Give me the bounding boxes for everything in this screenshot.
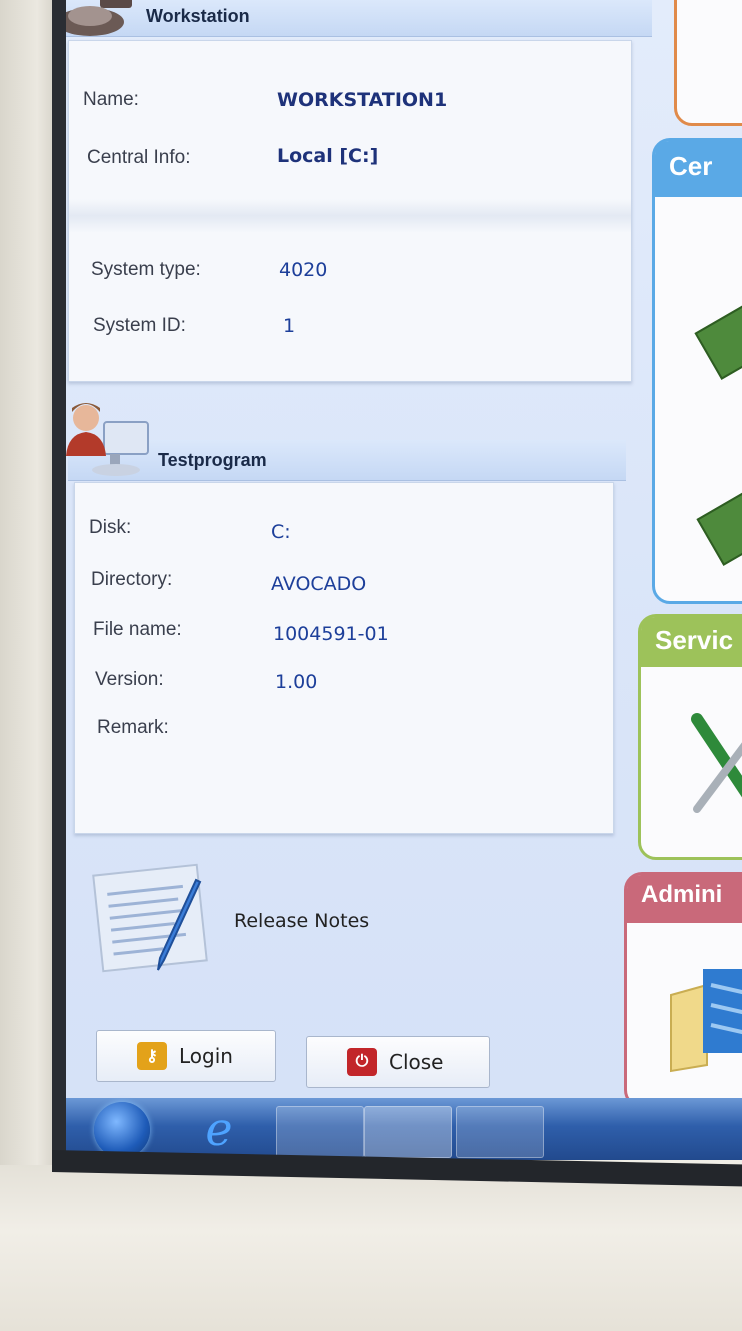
directory-label: Directory: (91, 569, 173, 590)
tools-icon (691, 713, 742, 813)
close-button[interactable]: ⏻ Close (306, 1036, 490, 1088)
workstation-title: Workstation (146, 6, 250, 26)
workstation-panel: Name: WORKSTATION1 Central Info: Local [… (68, 40, 632, 382)
version-label: Version: (95, 669, 164, 690)
monitor-bezel-bottom (0, 1165, 742, 1331)
system-type-label: System type: (91, 259, 201, 280)
central-tile-title: Cer (669, 151, 713, 181)
central-info-value: Local [C:] (277, 145, 379, 167)
circuit-board-icon (696, 482, 742, 566)
taskbar: e (62, 1098, 742, 1160)
screen: Workstation Name: WORKSTATION1 Central I… (62, 0, 742, 1160)
disk-value: C: (271, 521, 291, 543)
workstation-header: Workstation (62, 0, 652, 37)
testprogram-title: Testprogram (158, 450, 267, 470)
release-notes-icon (90, 852, 220, 981)
directory-value: AVOCADO (271, 573, 367, 595)
central-tile[interactable]: Cer (652, 138, 742, 604)
central-info-label: Central Info: (87, 147, 191, 168)
monitor-bezel-inner-edge (52, 0, 66, 1175)
taskbar-image-app[interactable] (456, 1106, 544, 1158)
internet-explorer-icon[interactable]: e (194, 1102, 244, 1156)
start-orb[interactable] (94, 1102, 150, 1158)
service-tile[interactable]: Servic (638, 614, 742, 860)
admin-tile[interactable]: Admini (624, 872, 742, 1108)
file-name-label: File name: (93, 619, 182, 640)
login-label: Login (179, 1044, 233, 1068)
close-label: Close (389, 1050, 444, 1074)
taskbar-document-app[interactable] (364, 1106, 452, 1158)
user-computer-icon (66, 398, 152, 483)
circuit-board-icon (694, 296, 742, 380)
power-icon: ⏻ (347, 1048, 377, 1076)
taskbar-printer-app[interactable] (276, 1106, 364, 1158)
release-notes-link[interactable]: Release Notes (90, 852, 470, 982)
release-notes-label: Release Notes (234, 910, 370, 932)
system-id-label: System ID: (93, 315, 186, 336)
testprogram-panel: Disk: C: Directory: AVOCADO File name: 1… (74, 482, 614, 834)
key-icon: ⚷ (137, 1042, 167, 1070)
folder-icon (670, 969, 742, 1073)
disk-label: Disk: (89, 517, 132, 538)
top-tile[interactable] (674, 0, 742, 126)
name-value: WORKSTATION1 (277, 89, 448, 111)
system-id-value: 1 (283, 315, 296, 337)
service-tile-title: Servic (655, 625, 734, 655)
file-name-value: 1004591-01 (273, 623, 389, 645)
name-label: Name: (83, 89, 139, 110)
system-type-value: 4020 (279, 259, 328, 281)
admin-tile-title: Admini (641, 881, 723, 908)
remark-label: Remark: (97, 717, 169, 738)
login-button[interactable]: ⚷ Login (96, 1030, 276, 1082)
version-value: 1.00 (275, 671, 318, 693)
divider (69, 199, 631, 233)
workstation-icon (62, 0, 142, 45)
